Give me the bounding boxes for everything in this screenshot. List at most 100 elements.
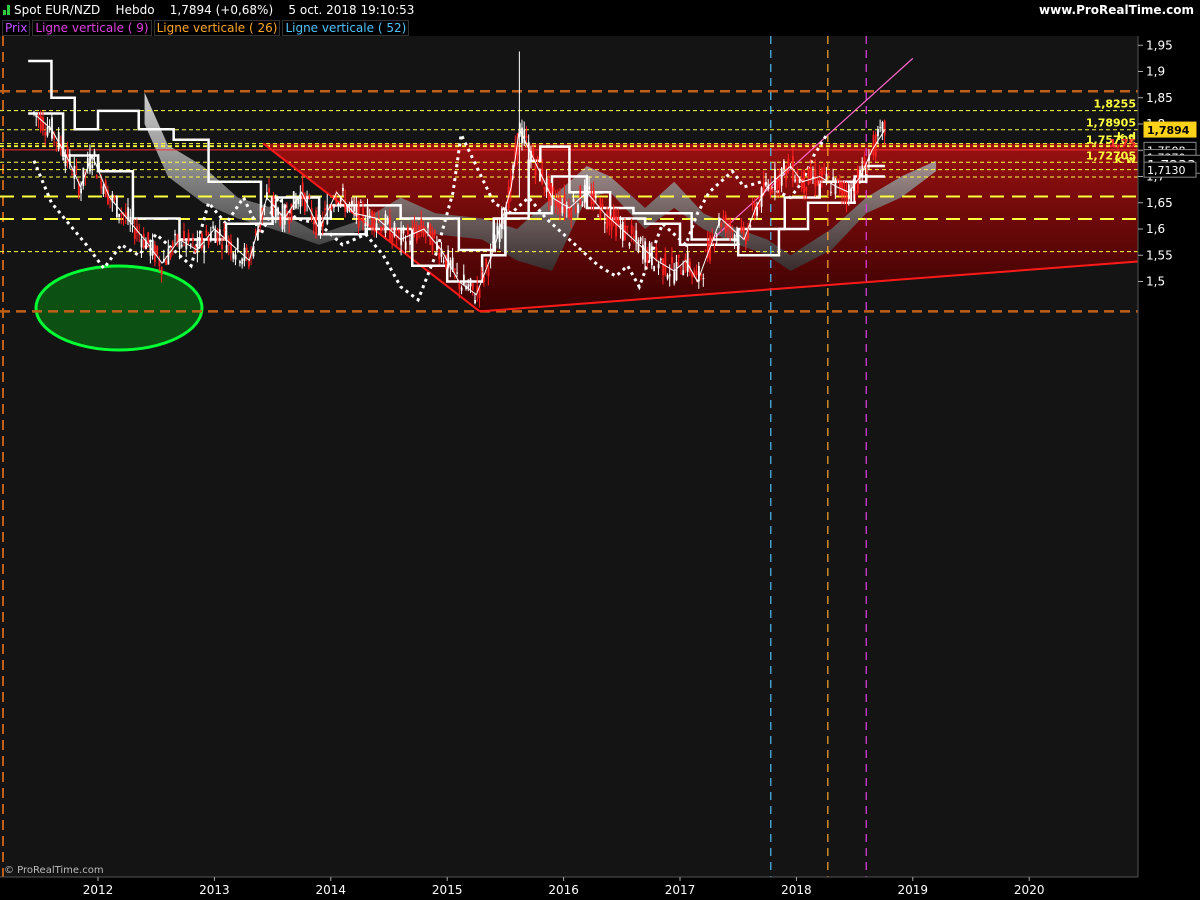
candle-body: [312, 220, 315, 225]
candle-body: [44, 132, 47, 136]
candle-body: [606, 211, 609, 229]
candle-body: [292, 191, 295, 210]
candle-body: [120, 213, 123, 215]
candle-body: [639, 237, 642, 241]
candle-body: [568, 207, 570, 218]
candle-body: [673, 271, 676, 284]
y-tick-label: 1,5: [1146, 275, 1165, 289]
candle-body: [615, 216, 617, 237]
candle-body: [239, 261, 241, 263]
candle-body: [702, 278, 705, 280]
candle-body: [503, 220, 506, 225]
x-tick-label: 2020: [1014, 883, 1045, 897]
candle-body: [245, 247, 248, 254]
candle-body: [91, 164, 94, 168]
candle-body: [382, 226, 385, 230]
candle-body: [203, 245, 206, 254]
candle-body: [454, 268, 456, 270]
candle-body: [156, 246, 159, 255]
candle-body: [745, 236, 747, 245]
candle-body: [431, 231, 434, 252]
candle-body: [308, 195, 311, 198]
candle-body: [659, 258, 662, 261]
candle-body: [180, 244, 183, 247]
candle-body: [818, 171, 821, 175]
candle-body: [637, 240, 640, 253]
candle-body: [140, 239, 143, 248]
candle-body: [785, 166, 788, 181]
candle-body: [738, 243, 741, 245]
candle-body: [362, 207, 365, 222]
candle-body: [279, 216, 282, 225]
candle-body: [113, 197, 116, 200]
y-tick-label: 1,65: [1146, 196, 1173, 210]
candle-body: [879, 127, 882, 129]
candle-body: [839, 181, 841, 193]
price-label-text: 1,7130: [1147, 164, 1186, 177]
candle-body: [628, 243, 631, 246]
candle-body: [364, 223, 367, 227]
candle-body: [579, 185, 582, 204]
candle-body: [872, 134, 875, 156]
candle-body: [592, 188, 595, 205]
site-url[interactable]: www.ProRealTime.com: [1039, 0, 1194, 20]
candle-body: [563, 194, 566, 213]
candle-body: [348, 203, 351, 205]
candle-body: [400, 228, 403, 246]
candle-body: [836, 178, 839, 180]
price-chart[interactable]: 1,951,91,851,81,751,71,651,61,551,520122…: [0, 36, 1200, 900]
candle-body: [151, 239, 154, 256]
fib-annotation-label: 1,75: [1109, 137, 1136, 150]
fib-annotation-label: 1,78905: [1086, 117, 1136, 130]
candle-body: [75, 166, 78, 169]
candle-body: [586, 180, 588, 201]
candle-body: [805, 186, 808, 192]
candle-body: [304, 193, 306, 212]
candle-body: [635, 230, 638, 241]
candle-body: [612, 209, 615, 219]
candle-body: [333, 206, 335, 208]
x-tick-label: 2019: [898, 883, 929, 897]
candle-body: [854, 190, 857, 195]
candle-body: [205, 230, 208, 236]
legend-item-vline-9[interactable]: Ligne verticale ( 9): [32, 20, 152, 36]
candle-body: [617, 217, 620, 225]
candle: [579, 184, 582, 206]
chart-header: Spot EUR/NZD Hebdo 1,7894 (+0,68%) 5 oct…: [14, 0, 414, 20]
candle-body: [187, 232, 190, 243]
candle-body: [572, 198, 575, 202]
candle-body: [668, 274, 671, 277]
candle-body: [51, 117, 53, 139]
candle-body: [324, 207, 326, 211]
candle-body: [232, 252, 235, 259]
candle-body: [160, 266, 163, 275]
candle-body: [603, 222, 606, 224]
legend-item-price[interactable]: Prix: [2, 20, 31, 36]
candle-body: [845, 191, 848, 203]
candle-body: [225, 244, 228, 253]
candle-body: [823, 168, 826, 170]
candle-body: [413, 223, 416, 234]
x-tick-label: 2012: [83, 883, 114, 897]
candle-body: [39, 115, 42, 131]
candle-body: [375, 223, 378, 229]
legend-item-vline-52[interactable]: Ligne verticale ( 52): [282, 20, 410, 36]
candle-body: [556, 197, 559, 208]
candle-body: [682, 270, 685, 276]
candle-body: [384, 214, 387, 233]
legend-item-vline-26[interactable]: Ligne verticale ( 26): [153, 20, 281, 36]
candle-body: [749, 225, 752, 227]
candle-body: [288, 220, 291, 224]
candle-body: [201, 233, 203, 249]
candle-body: [832, 176, 835, 181]
candle-body: [223, 228, 226, 232]
candle-body: [713, 246, 716, 248]
candle-body: [695, 271, 698, 275]
candle-body: [234, 254, 237, 260]
candle-body: [662, 258, 664, 276]
candle-body: [243, 247, 246, 261]
candle-body: [570, 206, 573, 220]
x-tick-label: 2018: [781, 883, 812, 897]
candle-body: [561, 206, 564, 214]
candle-body: [794, 179, 797, 182]
